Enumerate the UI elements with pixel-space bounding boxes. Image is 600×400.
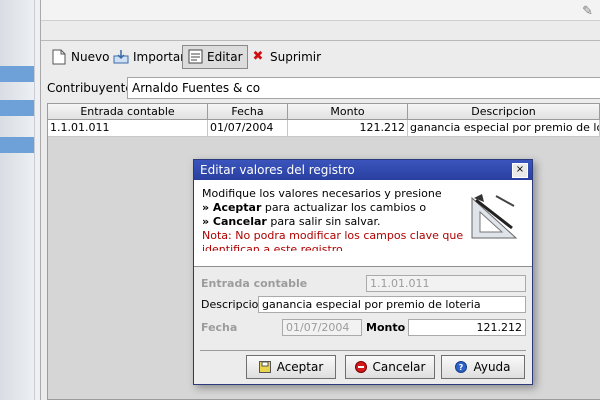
importar-button[interactable]: Importar (109, 45, 189, 69)
message-line: » Aceptar para actualizar los cambios o (202, 201, 426, 214)
column-header[interactable]: Entrada contable (48, 104, 208, 120)
aceptar-label: Aceptar (276, 360, 324, 374)
table-cell[interactable]: ganancia especial por premio de loteria (408, 120, 600, 137)
close-button[interactable]: × (512, 163, 528, 178)
monto-label: Monto (366, 321, 406, 334)
descripcion-label: Descripcion (201, 298, 266, 311)
editar-label: Editar (207, 50, 243, 64)
nuevo-label: Nuevo (71, 50, 110, 64)
new-document-icon (51, 49, 67, 65)
title-bar: ✎ (41, 0, 600, 21)
import-icon (113, 49, 129, 65)
sidebar-highlight[interactable] (0, 137, 34, 153)
ayuda-button[interactable]: ? Ayuda (441, 355, 525, 379)
column-header[interactable]: Descripcion (408, 104, 600, 120)
aceptar-button[interactable]: Aceptar (246, 355, 336, 379)
note-text-cut: identifican a este registro (202, 243, 343, 251)
dialog-title-bar: Editar valores del registro × (194, 160, 532, 180)
importar-label: Importar (133, 50, 186, 64)
fecha-label: Fecha (201, 321, 238, 334)
editar-button[interactable]: Editar (182, 45, 248, 69)
entrada-contable-field: 1.1.01.011 (366, 275, 526, 292)
aceptar-hint: » Aceptar (202, 201, 262, 214)
dialog-message-panel: Modifique los valores necesarios y presi… (194, 180, 532, 253)
aceptar-hint-text: para actualizar los cambios o (261, 201, 427, 214)
note-text: Nota: No podra modificar los campos clav… (202, 229, 464, 242)
message-line: Modifique los valores necesarios y presi… (202, 187, 442, 200)
dialog-title: Editar valores del registro (200, 163, 355, 177)
edit-icon (187, 49, 203, 65)
edit-record-dialog: Editar valores del registro × Modifique … (193, 159, 533, 385)
ayuda-label: Ayuda (473, 360, 511, 374)
suprimir-label: Suprimir (270, 50, 322, 64)
suprimir-button[interactable]: ✖ Suprimir (246, 45, 325, 69)
table-cell[interactable]: 1.1.01.011 (48, 120, 208, 137)
fecha-field: 01/07/2004 (282, 319, 362, 336)
monto-field[interactable]: 121.212 (408, 319, 526, 336)
nuevo-button[interactable]: Nuevo (47, 45, 113, 69)
cancelar-label: Cancelar (372, 360, 426, 374)
svg-text:?: ? (459, 363, 464, 372)
help-icon: ? (455, 361, 468, 373)
contribuyentes-label: Contribuyentes (47, 81, 139, 95)
table-cell[interactable]: 121.212 (288, 120, 408, 137)
sidebar-highlight[interactable] (0, 66, 34, 82)
cancelar-button[interactable]: Cancelar (345, 355, 435, 379)
descripcion-field[interactable]: ganancia especial por premio de loteria (258, 296, 526, 313)
dialog-divider (194, 252, 532, 267)
cancelar-hint-text: para salir sin salvar. (266, 215, 381, 228)
dialog-divider (200, 350, 526, 351)
delete-icon: ✖ (252, 49, 264, 64)
entrada-contable-label: Entrada contable (201, 277, 308, 290)
contribuyentes-field[interactable]: Arnaldo Fuentes & co (127, 77, 600, 99)
left-sidebar (0, 0, 35, 400)
toolbar: Nuevo Importar Editar ✖ Suprimir (41, 40, 600, 73)
cancelar-hint: » Cancelar (202, 215, 267, 228)
table-cell[interactable]: 01/07/2004 (208, 120, 288, 137)
stop-icon (354, 361, 367, 373)
sidebar-highlight[interactable] (0, 100, 34, 116)
corner-logo-icon: ✎ (582, 4, 593, 19)
drafting-tools-icon (471, 194, 518, 239)
save-disk-icon (258, 361, 271, 373)
column-header[interactable]: Monto (288, 104, 408, 120)
column-header[interactable]: Fecha (208, 104, 288, 120)
message-line: » Cancelar para salir sin salvar. (202, 215, 381, 228)
